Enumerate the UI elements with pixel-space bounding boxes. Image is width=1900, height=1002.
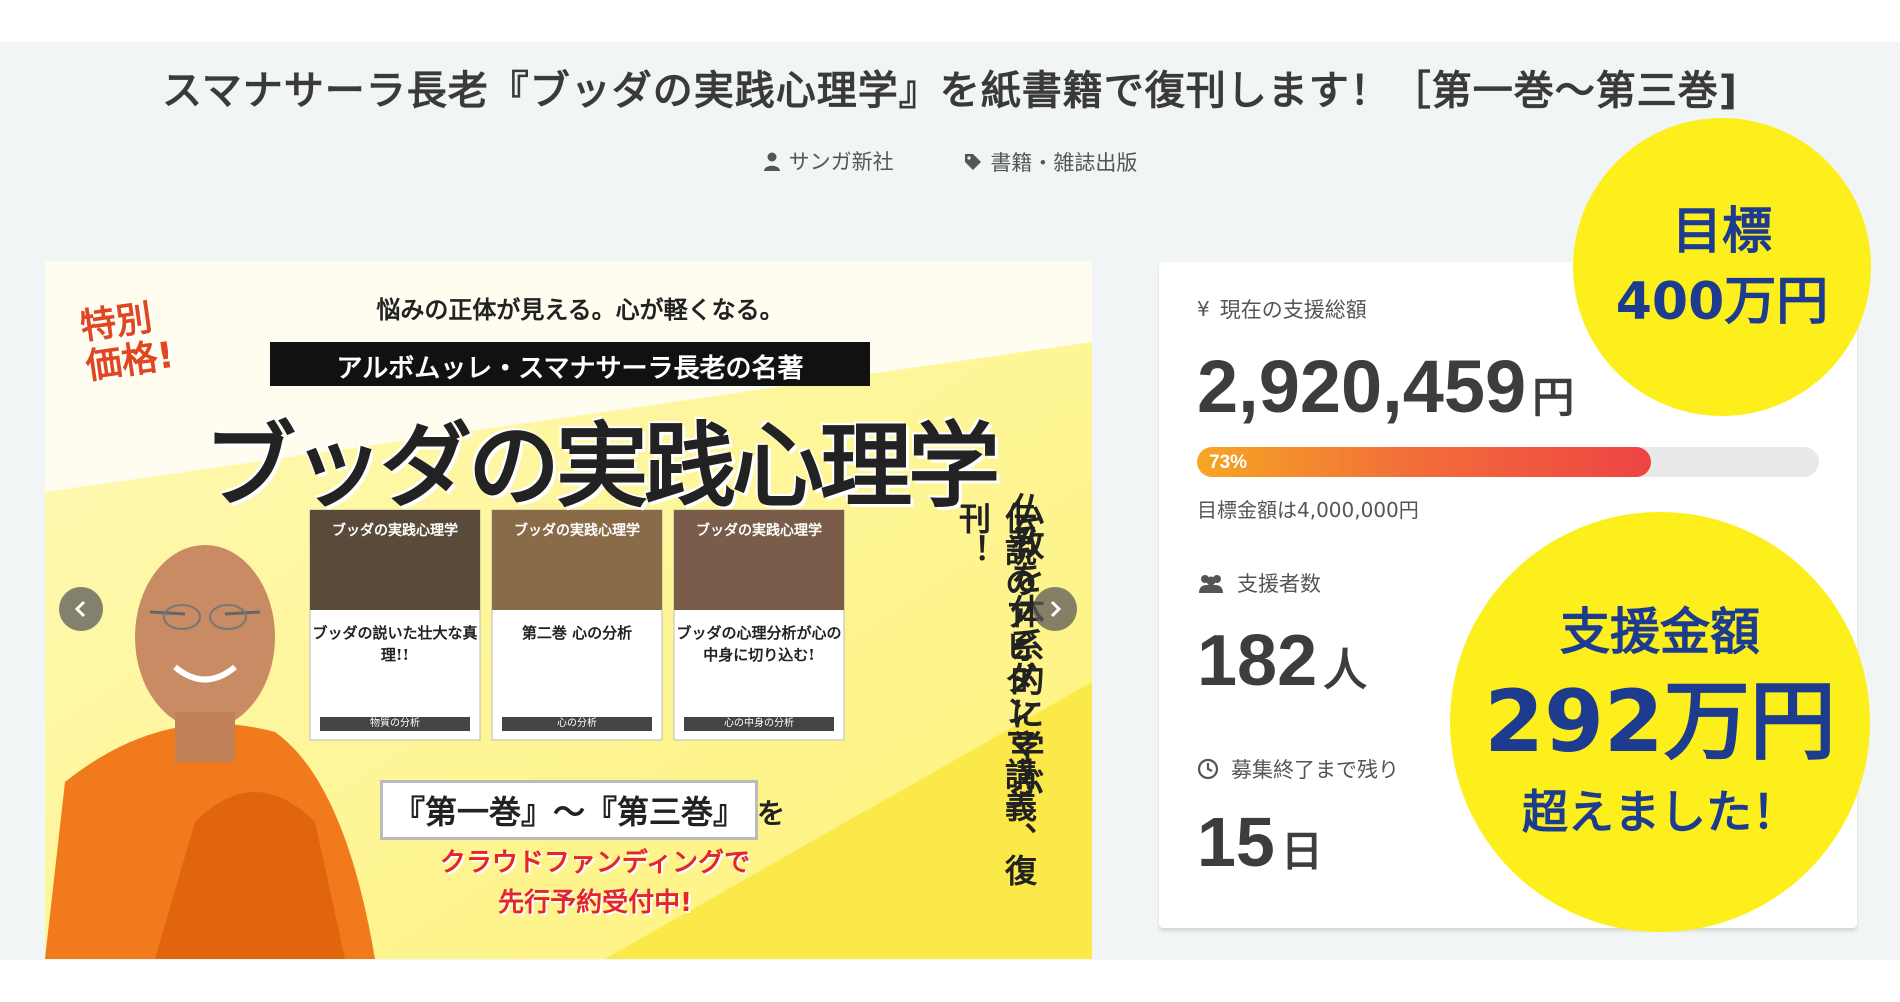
book-3-footer: 心の中身の分析 [724,718,794,729]
hero-main-title: ブッダの実践心理学 [203,412,1000,520]
remaining-number: 15 [1197,803,1275,881]
remaining-label: 募集終了まで残り [1197,754,1399,784]
current-amount-number: 2,920,459 [1197,345,1527,428]
backers-label-text: 支援者数 [1237,572,1321,596]
goal-badge-line1: 目標 [1672,202,1772,260]
progress-percent: 73% [1209,452,1248,473]
currency-unit: 円 [1532,373,1575,422]
remaining-value: 15 日 [1197,802,1323,882]
backers-label: 支援者数 [1197,568,1321,598]
raised-badge: 支援金額 292万円 超えました！ [1450,512,1870,932]
raised-badge-line1: 支援金額 [1560,603,1760,661]
carousel-prev-button[interactable] [59,587,103,631]
author-banner: アルボムッレ・スマナサーラ長老の名著 [336,354,804,384]
person-icon [763,152,780,171]
backers-unit: 人 [1323,645,1368,696]
current-amount-value: 2,920,459 円 [1197,344,1574,429]
project-title: スマナサーラ長老『ブッダの実践心理学』を紙書籍で復刊します！［第一巻〜第三巻] [161,68,1739,114]
funding-progress-bar [1197,447,1819,477]
raised-badge-line3: 超えました！ [1522,785,1798,839]
tag-icon [965,154,982,170]
book-1-footer: 物質の分析 [370,718,420,729]
book-3-headline: ブッダの心理分析が心の中身に切り込む! [676,624,842,664]
current-amount-label: ¥ 現在の支援総額 [1197,294,1367,324]
owner-name: サンガ新社 [788,150,894,174]
current-amount-label-text: 現在の支援総額 [1219,298,1367,322]
goal-badge-line2: 400万円 [1615,272,1829,332]
raised-badge-line2: 292万円 [1484,672,1836,772]
special-price-badge: 特別 価格! [78,296,177,388]
carousel-next-button[interactable] [1033,587,1077,631]
volumes-suffix: を [757,797,786,830]
hero-image: 特別 価格! 悩みの正体が見える。心が軽くなる。 アルボムッレ・スマナサーラ長老… [45,262,1092,959]
cta-line2: 先行予約受付中! [498,888,692,918]
book-1-headline: ブッダの説いた壮大な真理!! [312,624,478,664]
book-2-footer: 心の分析 [557,718,597,729]
chevron-right-icon [1050,600,1062,618]
users-icon [1199,575,1223,593]
cta-line1: クラウドファンディングで [439,848,751,878]
book-3-title: ブッダの実践心理学 [696,523,822,539]
hero-tagline: 悩みの正体が見える。心が軽くなる。 [376,295,784,324]
backers-number: 182 [1197,621,1318,701]
funding-progress-fill [1197,447,1652,477]
volumes-label: 『第一巻』〜『第三巻』 [380,780,759,840]
book-1-title: ブッダの実践心理学 [332,523,458,539]
remaining-unit: 日 [1280,827,1323,876]
owner-link[interactable]: サンガ新社 [763,146,894,176]
side-copy-2: 伝説のアビダンマ講義、復刊！ [954,502,1038,886]
goal-badge: 目標 400万円 [1573,118,1871,416]
clock-icon [1197,758,1219,780]
yen-icon: ¥ [1197,297,1210,321]
remaining-label-text: 募集終了まで残り [1231,758,1399,782]
category-link[interactable]: 書籍・雑誌出版 [964,147,1137,177]
book-2-title: ブッダの実践心理学 [514,523,640,539]
chevron-left-icon [74,600,86,618]
book-2-headline: 第二巻 心の分析 [521,624,633,642]
goal-amount-note: 目標金額は4,000,000円 [1197,498,1419,522]
backers-value: 182 人 [1197,620,1367,702]
category-name: 書籍・雑誌出版 [990,151,1138,175]
